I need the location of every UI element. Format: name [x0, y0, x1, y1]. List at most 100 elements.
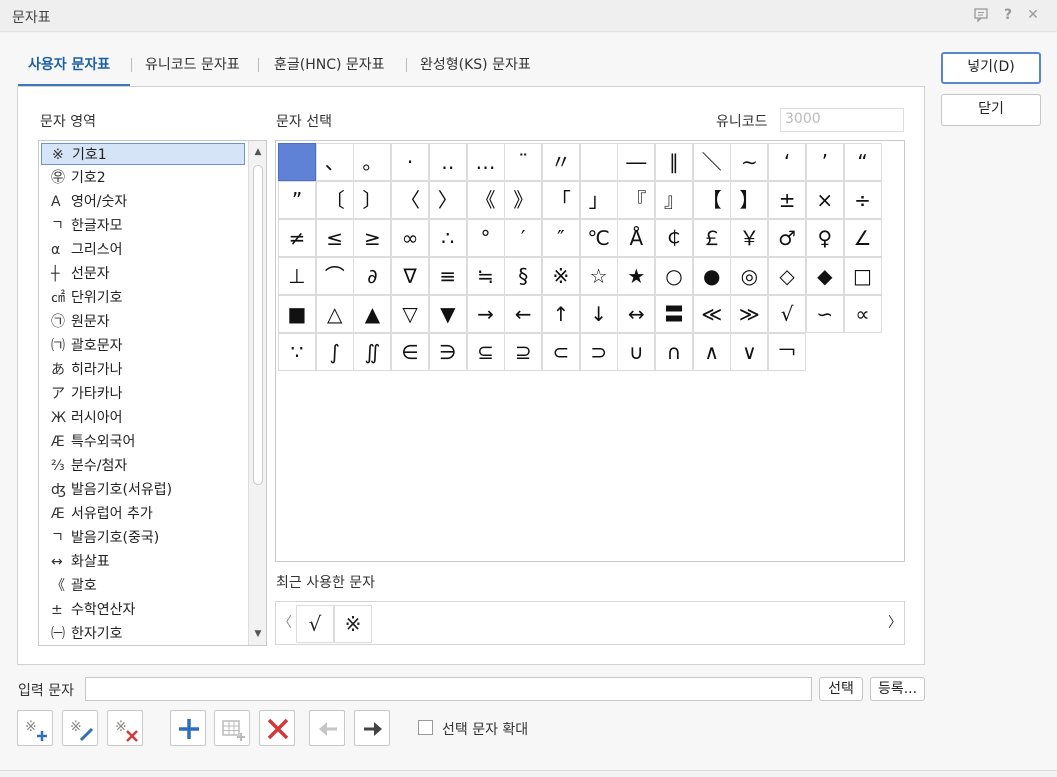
scroll-thumb[interactable] [253, 165, 263, 485]
char-cell[interactable]: ∨ [730, 333, 769, 371]
help-icon[interactable]: ? [999, 6, 1017, 24]
tab-user-charmap[interactable]: 사용자 문자표 [28, 54, 110, 74]
select-button[interactable]: 선택 [819, 677, 863, 701]
list-item[interactable]: ⅔ 분수/첨자 [41, 455, 245, 477]
char-cell[interactable]: “ [843, 143, 882, 181]
char-cell[interactable]: 【 [692, 181, 731, 219]
char-cell[interactable]: 〓 [655, 295, 693, 333]
char-cell[interactable]: ′ [504, 219, 543, 257]
char-cell[interactable]: 〔 [315, 181, 354, 219]
move-right-button[interactable] [354, 710, 390, 746]
char-cell[interactable]: ≒ [466, 257, 505, 295]
char-cell[interactable]: ⊂ [541, 333, 580, 371]
char-cell[interactable]: ∩ [655, 333, 693, 371]
region-list[interactable]: ▲ ▼ ※ 기호1 ㉾ 기호2 A 영어/숫자 ㄱ 한글자모 α 그리스어 ┼ 선문자 ㎠ 단위기호 ㉠ 원문… [38, 140, 267, 646]
char-cell[interactable]: ♂ [768, 219, 807, 257]
list-item[interactable]: ㎠ 단위기호 [41, 287, 245, 309]
char-cell[interactable]: … [466, 143, 505, 181]
close-button[interactable]: 닫기 [941, 94, 1041, 126]
unicode-field[interactable]: 3000 [780, 108, 904, 132]
char-cell[interactable]: ° [466, 219, 505, 257]
char-cell[interactable]: ∇ [391, 257, 430, 295]
char-cell[interactable]: 』 [655, 181, 693, 219]
char-cell[interactable]: ∼ [730, 143, 769, 181]
tab-ks-charmap[interactable]: 완성형(KS) 문자표 [420, 54, 531, 74]
char-cell[interactable]: 「 [541, 181, 580, 219]
char-cell[interactable]: ⌒ [315, 257, 354, 295]
char-cell[interactable]: ⊆ [466, 333, 505, 371]
char-cell[interactable]: ← [504, 295, 543, 333]
list-item[interactable]: あ 히라가나 [41, 359, 245, 381]
char-cell[interactable]: ∬ [353, 333, 392, 371]
recent-char-cell[interactable]: √ [296, 605, 334, 643]
enlarge-checkbox[interactable] [418, 720, 433, 735]
char-cell[interactable]: ○ [655, 257, 693, 295]
char-cell[interactable]: ⊥ [278, 257, 316, 295]
list-item[interactable]: ± 수학연산자 [41, 599, 245, 621]
scroll-up-icon[interactable]: ▲ [252, 145, 264, 159]
char-cell[interactable]: ― [617, 143, 656, 181]
char-cell[interactable]: 《 [466, 181, 505, 219]
char-cell[interactable]: ’ [805, 143, 844, 181]
char-cell[interactable]: ∫ [315, 333, 354, 371]
char-cell[interactable]: △ [315, 295, 354, 333]
list-item[interactable]: ㈠ 한자기호 [41, 623, 245, 645]
char-cell[interactable]: ＼ [692, 143, 731, 181]
char-cell[interactable]: ∞ [391, 219, 430, 257]
list-scrollbar[interactable]: ▲ ▼ [248, 141, 266, 645]
close-icon[interactable]: ✕ [1024, 6, 1042, 24]
list-item[interactable]: Æ 서유럽어 추가 [41, 503, 245, 525]
char-cell[interactable]: Å [617, 219, 656, 257]
char-cell[interactable]: ≤ [315, 219, 354, 257]
char-cell[interactable]: ▲ [353, 295, 392, 333]
char-cell[interactable]: ≥ [353, 219, 392, 257]
insert-button[interactable]: 넣기(D) [941, 52, 1041, 84]
char-cell[interactable]: ■ [278, 295, 316, 333]
char-cell[interactable]: ♀ [805, 219, 844, 257]
char-cell[interactable]: ∈ [391, 333, 430, 371]
char-cell[interactable]: ★ [617, 257, 656, 295]
char-cell[interactable]: ↑ [541, 295, 580, 333]
char-cell[interactable]: ± [768, 181, 807, 219]
char-cell[interactable]: ￡ [692, 219, 731, 257]
register-button[interactable]: 등록... [870, 677, 925, 701]
list-item[interactable]: ┼ 선문자 [41, 263, 245, 285]
char-cell[interactable]: ∪ [617, 333, 656, 371]
char-cell[interactable]: ⊃ [579, 333, 618, 371]
recent-prev-icon[interactable]: 〈 [276, 602, 294, 644]
delete-user-char-button[interactable]: ※ [107, 710, 143, 746]
char-cell[interactable]: ▽ [391, 295, 430, 333]
list-item[interactable]: Ж 러시아어 [41, 407, 245, 429]
list-item[interactable]: ア 가타카나 [41, 383, 245, 405]
char-cell[interactable]: 〉 [428, 181, 467, 219]
char-cell[interactable]: → [466, 295, 505, 333]
char-cell[interactable] [579, 143, 618, 181]
comment-icon[interactable] [972, 6, 990, 24]
char-cell[interactable]: ● [692, 257, 731, 295]
recent-next-icon[interactable]: 〉 [886, 602, 904, 644]
edit-user-char-button[interactable]: ※ [62, 710, 98, 746]
add-button[interactable] [170, 710, 206, 746]
list-item[interactable]: ㉠ 원문자 [41, 311, 245, 333]
char-cell[interactable]: ∵ [278, 333, 316, 371]
char-cell[interactable]: ◎ [730, 257, 769, 295]
list-item[interactable]: ㈀ 괄호문자 [41, 335, 245, 357]
char-cell[interactable]: 〃 [541, 143, 580, 181]
list-item[interactable]: ㄱ 발음기호(중국) [41, 527, 245, 549]
list-item[interactable]: ʤ 발음기호(서유럽) [41, 479, 245, 501]
char-cell[interactable]: ≪ [692, 295, 731, 333]
char-cell[interactable]: ≠ [278, 219, 316, 257]
char-cell[interactable]: 〕 [353, 181, 392, 219]
list-item[interactable]: A 영어/숫자 [41, 191, 245, 213]
char-cell[interactable]: 〈 [391, 181, 430, 219]
recent-char-cell[interactable]: ※ [334, 605, 372, 643]
char-cell[interactable]: ↓ [579, 295, 618, 333]
char-cell[interactable]: ￥ [730, 219, 769, 257]
char-cell[interactable]: ◇ [768, 257, 807, 295]
char-cell[interactable]: 】 [730, 181, 769, 219]
char-cell[interactable]: ↔ [617, 295, 656, 333]
list-item[interactable]: ㉾ 기호2 [41, 167, 245, 189]
char-cell[interactable]: □ [843, 257, 882, 295]
char-cell[interactable]: ∂ [353, 257, 392, 295]
char-cell[interactable]: ▼ [428, 295, 467, 333]
